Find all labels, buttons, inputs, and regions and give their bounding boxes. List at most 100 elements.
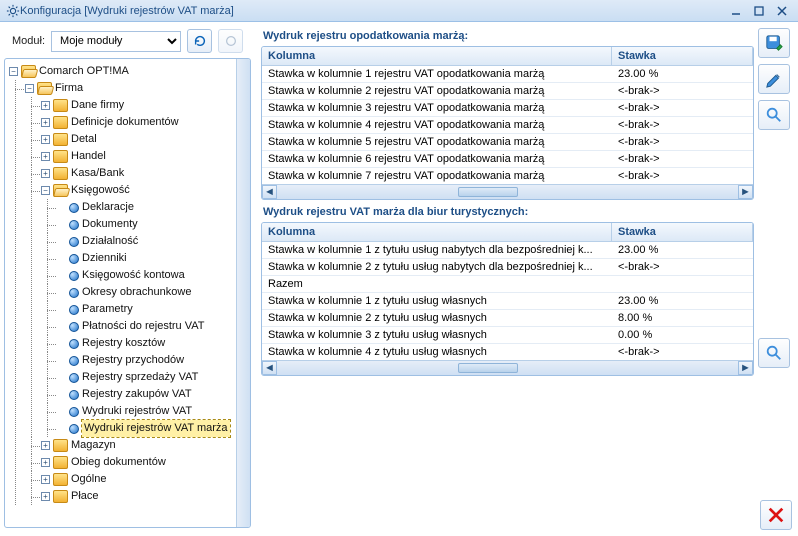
folder-icon [53,99,68,112]
table-row[interactable]: Stawka w kolumnie 4 z tytułu usług własn… [262,343,753,360]
grid2-hscroll[interactable]: ◄ ► [262,360,753,375]
tree-magazyn[interactable]: Magazyn [71,437,116,454]
item-icon [69,203,79,213]
tree-place[interactable]: Płace [71,488,99,505]
cell-kolumna: Stawka w kolumnie 1 rejestru VAT opodatk… [262,66,612,82]
scroll-left-icon[interactable]: ◄ [262,361,277,375]
table-row[interactable]: Stawka w kolumnie 3 rejestru VAT opodatk… [262,99,753,116]
item-icon [69,339,79,349]
tree-rej-kosztow[interactable]: Rejestry kosztów [82,335,165,352]
tree-parametry[interactable]: Parametry [82,301,133,318]
maximize-button[interactable] [749,3,769,19]
edit-button[interactable] [758,64,790,94]
close-button[interactable] [772,3,792,19]
cell-kolumna: Stawka w kolumnie 3 rejestru VAT opodatk… [262,100,612,116]
cell-stawka: <-brak-> [612,117,753,133]
folder-open-icon [53,184,68,197]
tree-wydruki-vat-marza[interactable]: Wydruki rejestrów VAT marża [82,420,230,437]
grid-tourism: Kolumna Stawka Stawka w kolumnie 1 z tyt… [261,222,754,376]
grid1-header-col-a[interactable]: Kolumna [262,47,612,66]
cell-stawka: <-brak-> [612,151,753,167]
table-row[interactable]: Stawka w kolumnie 4 rejestru VAT opodatk… [262,116,753,133]
cell-kolumna: Stawka w kolumnie 2 rejestru VAT opodatk… [262,83,612,99]
tree-okresy[interactable]: Okresy obrachunkowe [82,284,191,301]
tree-rej-sprzed[interactable]: Rejestry sprzedaży VAT [82,369,198,386]
scroll-right-icon[interactable]: ► [738,185,753,199]
tree-deklaracje[interactable]: Deklaracje [82,199,134,216]
tree-firma[interactable]: Firma [55,80,83,97]
table-row[interactable]: Stawka w kolumnie 2 z tytułu usług własn… [262,309,753,326]
grid2-header-col-a[interactable]: Kolumna [262,223,612,242]
tree-obieg[interactable]: Obieg dokumentów [71,454,166,471]
folder-open-icon [37,82,52,95]
tree-rej-zak[interactable]: Rejestry zakupów VAT [82,386,192,403]
gear-icon [6,4,20,18]
table-row[interactable]: Stawka w kolumnie 1 z tytułu usług nabyt… [262,242,753,258]
scroll-left-icon[interactable]: ◄ [262,185,277,199]
config-tree[interactable]: −Comarch OPT!MA −Firma +Dane firmy +Defi… [5,59,250,527]
cell-stawka: <-brak-> [612,344,753,360]
item-icon [69,373,79,383]
item-icon [69,254,79,264]
cell-stawka: <-brak-> [612,259,753,275]
folder-icon [53,456,68,469]
tree-ksieg-kontowa[interactable]: Księgowość kontowa [82,267,185,284]
cell-kolumna: Stawka w kolumnie 7 rejestru VAT opodatk… [262,168,612,184]
tree-rej-przych[interactable]: Rejestry przychodów [82,352,184,369]
tree-scrollbar[interactable] [236,59,250,527]
table-row[interactable]: Stawka w kolumnie 7 rejestru VAT opodatk… [262,167,753,184]
module-select[interactable]: Moje moduły [51,31,181,52]
tree-dane-firmy[interactable]: Dane firmy [71,97,124,114]
tree-kasa-bank[interactable]: Kasa/Bank [71,165,124,182]
cell-kolumna: Razem [262,276,612,292]
scroll-thumb[interactable] [458,187,518,197]
grid1-hscroll[interactable]: ◄ ► [262,184,753,199]
item-icon [69,305,79,315]
scroll-thumb[interactable] [458,363,518,373]
cell-kolumna: Stawka w kolumnie 2 z tytułu usług własn… [262,310,612,326]
item-icon [69,407,79,417]
tree-dzialalnosc[interactable]: Działalność [82,233,138,250]
table-row[interactable]: Stawka w kolumnie 5 rejestru VAT opodatk… [262,133,753,150]
folder-icon [53,133,68,146]
tree-platnosci[interactable]: Płatności do rejestru VAT [82,318,204,335]
search-top-button[interactable] [758,100,790,130]
tree-handel[interactable]: Handel [71,148,106,165]
save-button[interactable] [758,28,790,58]
grid-margin: Kolumna Stawka Stawka w kolumnie 1 rejes… [261,46,754,200]
cell-kolumna: Stawka w kolumnie 4 z tytułu usług własn… [262,344,612,360]
tree-dzienniki[interactable]: Dzienniki [82,250,127,267]
table-row[interactable]: Stawka w kolumnie 1 rejestru VAT opodatk… [262,66,753,82]
search-bottom-button[interactable] [758,338,790,368]
cell-stawka: 23.00 % [612,66,753,82]
table-row[interactable]: Stawka w kolumnie 3 z tytułu usług własn… [262,326,753,343]
cell-stawka: 0.00 % [612,327,753,343]
tree-ksiegowosc[interactable]: Księgowość [71,182,130,199]
table-row[interactable]: Razem [262,275,753,292]
cell-kolumna: Stawka w kolumnie 2 z tytułu usług nabyt… [262,259,612,275]
module-label: Moduł: [12,35,45,47]
item-icon [69,356,79,366]
tree-ogolne[interactable]: Ogólne [71,471,106,488]
module-extra-button[interactable] [218,29,243,53]
tree-dokumenty[interactable]: Dokumenty [82,216,138,233]
scroll-right-icon[interactable]: ► [738,361,753,375]
tree-detal[interactable]: Detal [71,131,97,148]
table-row[interactable]: Stawka w kolumnie 6 rejestru VAT opodatk… [262,150,753,167]
table-row[interactable]: Stawka w kolumnie 1 z tytułu usług własn… [262,292,753,309]
folder-icon [53,116,68,129]
tree-wydruki-vat[interactable]: Wydruki rejestrów VAT [82,403,192,420]
tree-definicje[interactable]: Definicje dokumentów [71,114,179,131]
item-icon [69,271,79,281]
tree-root[interactable]: Comarch OPT!MA [39,63,129,80]
cancel-button[interactable] [760,500,792,530]
grid1-header-col-b[interactable]: Stawka [612,47,753,66]
minimize-button[interactable] [726,3,746,19]
cell-stawka: 23.00 % [612,293,753,309]
table-row[interactable]: Stawka w kolumnie 2 z tytułu usług nabyt… [262,258,753,275]
table-row[interactable]: Stawka w kolumnie 2 rejestru VAT opodatk… [262,82,753,99]
cell-stawka: 23.00 % [612,242,753,258]
refresh-button[interactable] [187,29,212,53]
cell-stawka [612,276,753,292]
grid2-header-col-b[interactable]: Stawka [612,223,753,242]
